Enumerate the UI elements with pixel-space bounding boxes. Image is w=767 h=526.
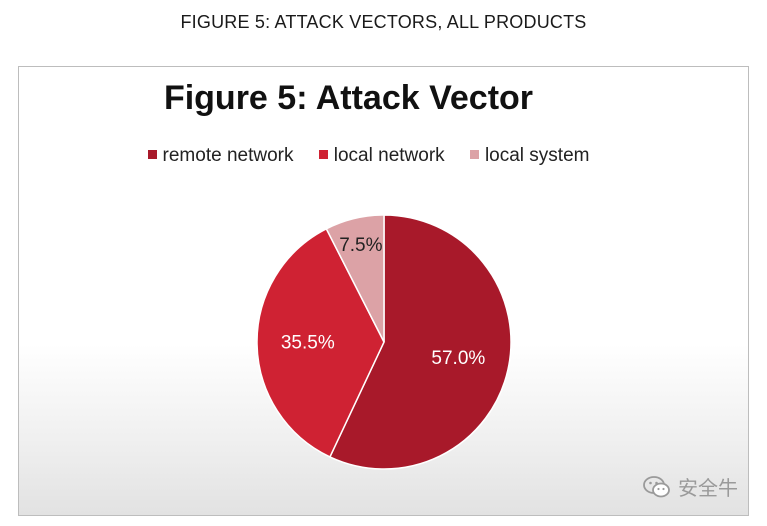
- chart-frame: Figure 5: Attack Vector remote network l…: [18, 66, 749, 516]
- data-label-remote-network: 57.0%: [431, 348, 485, 369]
- figure-caption: FIGURE 5: ATTACK VECTORS, ALL PRODUCTS: [180, 12, 587, 32]
- pie-chart: 57.0% 35.5% 7.5%: [256, 214, 512, 470]
- data-label-local-system: 7.5%: [339, 235, 382, 256]
- watermark: 安全牛: [642, 472, 738, 501]
- data-label-local-network: 35.5%: [281, 333, 335, 354]
- wechat-icon: [643, 475, 670, 497]
- watermark-text: 安全牛: [678, 478, 738, 500]
